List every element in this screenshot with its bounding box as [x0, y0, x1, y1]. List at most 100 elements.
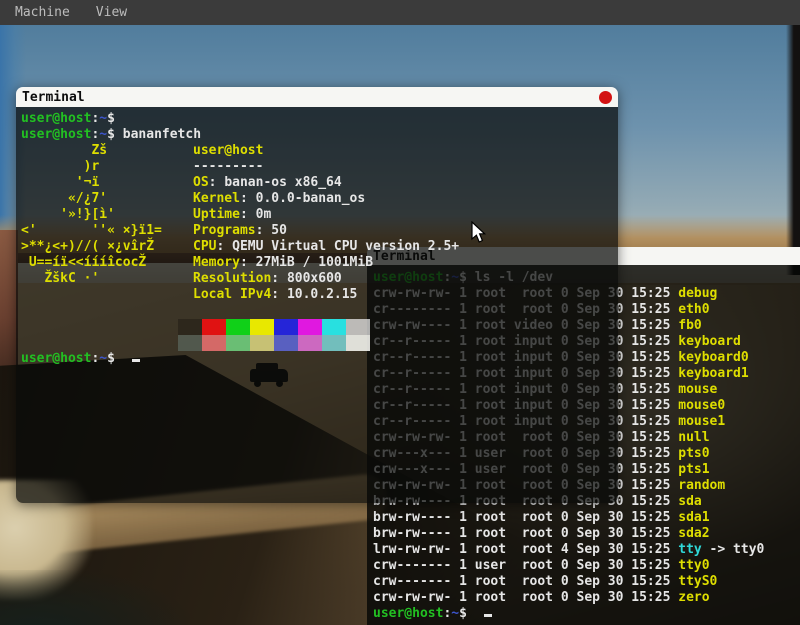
- fetch-colon: :: [216, 239, 232, 254]
- fetch-ascii-art: [21, 287, 193, 303]
- fetch-colon: :: [240, 255, 256, 270]
- device-row: brw-rw---- 1 root root 0 Sep 30 15:25 sd…: [373, 526, 800, 542]
- file-meta: crw------- 1 root root 0 Sep 30 15:25: [373, 574, 678, 589]
- fetch-info: ---------: [193, 159, 263, 175]
- fetch-ascii-art: «/¿7': [21, 191, 193, 207]
- fetch-info: Uptime: 0m: [193, 207, 271, 223]
- file-meta: crw------- 1 user root 0 Sep 30 15:25: [373, 558, 678, 573]
- close-button[interactable]: [599, 91, 612, 104]
- fetch-label: OS: [193, 175, 209, 190]
- file-name: random: [678, 478, 725, 493]
- palette-swatch: [298, 335, 322, 351]
- fetch-divider: ---------: [193, 159, 263, 174]
- terminal2-prompt-line: user@host:~$: [373, 606, 800, 622]
- file-name: mouse: [678, 382, 717, 397]
- fetch-info: Memory: 27MiB / 1001MiB: [193, 255, 373, 271]
- link-target: -> tty0: [702, 542, 765, 557]
- text-cursor: [484, 614, 492, 617]
- fetch-label: Local IPv4: [193, 287, 271, 302]
- device-row: brw-rw---- 1 root root 0 Sep 30 15:25 sd…: [373, 510, 800, 526]
- fetch-info: CPU: QEMU Virtual CPU version 2.5+: [193, 239, 459, 255]
- terminal-window-fetch[interactable]: Terminal user@host:~$ user@host:~$ banan…: [16, 87, 618, 503]
- device-row: crw------- 1 root root 0 Sep 30 15:25 tt…: [373, 574, 800, 590]
- palette-row-normal: [178, 319, 618, 335]
- palette-swatch: [274, 319, 298, 335]
- file-name: keyboard0: [678, 350, 748, 365]
- palette-swatch: [178, 319, 202, 335]
- fetch-label: Resolution: [193, 271, 271, 286]
- fetch-ascii-art: '»!}[ì': [21, 207, 193, 223]
- fetch-row: <' ''« ×}ï1=Programs: 50: [21, 223, 618, 239]
- wallpaper-edge-strip: [786, 25, 800, 275]
- fetch-row: «/¿7'Kernel: 0.0.0-banan_os: [21, 191, 618, 207]
- fetch-value: 0.0.0-banan_os: [256, 191, 366, 206]
- mouse-cursor-icon: [471, 221, 487, 244]
- file-name: mouse0: [678, 398, 725, 413]
- terminal1-title: Terminal: [22, 90, 85, 105]
- palette-swatch: [274, 335, 298, 351]
- palette-swatch: [346, 319, 370, 335]
- menu-item-machine[interactable]: Machine: [15, 5, 70, 20]
- fetch-colon: :: [271, 287, 287, 302]
- fetch-ascii-art: ŽškC ·': [21, 271, 193, 287]
- fetch-output: Zšuser@host )r--------- '¬ïOS: banan-os …: [21, 143, 618, 303]
- fetch-value: 10.0.2.15: [287, 287, 357, 302]
- file-name: pts1: [678, 462, 709, 477]
- file-name: eth0: [678, 302, 709, 317]
- file-name: sda2: [678, 526, 709, 541]
- file-name: ttyS0: [678, 574, 717, 589]
- fetch-ascii-art: Zš: [21, 143, 193, 159]
- terminal1-body[interactable]: user@host:~$ user@host:~$ bananfetch Zšu…: [16, 107, 618, 503]
- file-name: pts0: [678, 446, 709, 461]
- menu-bar: Machine View: [0, 0, 800, 25]
- device-row: crw-rw-rw- 1 root root 0 Sep 30 15:25 ze…: [373, 590, 800, 606]
- fetch-row: >**¿<+)//( ×¿vîrŽCPU: QEMU Virtual CPU v…: [21, 239, 618, 255]
- fetch-colon: :: [256, 223, 272, 238]
- menu-item-view[interactable]: View: [96, 5, 127, 20]
- fetch-info: OS: banan-os x86_64: [193, 175, 342, 191]
- fetch-info: user@host: [193, 143, 263, 159]
- palette-row-bright: [178, 335, 618, 351]
- palette-swatch: [226, 319, 250, 335]
- fetch-label: CPU: [193, 239, 216, 254]
- palette-swatch: [298, 319, 322, 335]
- palette-swatch: [250, 319, 274, 335]
- fetch-colon: :: [209, 175, 225, 190]
- color-palette: [178, 319, 618, 351]
- palette-swatch: [250, 335, 274, 351]
- fetch-value: 800x600: [287, 271, 342, 286]
- vm-screen: Machine View Terminal user@host:~$ ls -l…: [0, 0, 800, 625]
- file-name: debug: [678, 286, 717, 301]
- fetch-ascii-art: U==íï<<íííîcocŽ: [21, 255, 193, 271]
- file-meta: brw-rw---- 1 root root 0 Sep 30 15:25: [373, 510, 678, 525]
- file-name: sda1: [678, 510, 709, 525]
- fetch-value: QEMU Virtual CPU version 2.5+: [232, 239, 459, 254]
- wallpaper-dark-corner: [0, 570, 190, 625]
- fetch-info: Programs: 50: [193, 223, 287, 239]
- device-row: lrw-rw-rw- 1 root root 4 Sep 30 15:25 tt…: [373, 542, 800, 558]
- file-name: zero: [678, 590, 709, 605]
- palette-swatch: [322, 319, 346, 335]
- palette-swatch: [202, 319, 226, 335]
- fetch-row: '¬ïOS: banan-os x86_64: [21, 175, 618, 191]
- palette-swatch: [202, 335, 226, 351]
- file-name: keyboard: [678, 334, 741, 349]
- fetch-label: Memory: [193, 255, 240, 270]
- fetch-value: banan-os x86_64: [224, 175, 341, 190]
- palette-swatch: [226, 335, 250, 351]
- file-meta: crw-rw-rw- 1 root root 0 Sep 30 15:25: [373, 590, 678, 605]
- file-name: null: [678, 430, 709, 445]
- fetch-info: Resolution: 800x600: [193, 271, 342, 287]
- text-cursor: [132, 359, 140, 362]
- fetch-row: )r---------: [21, 159, 618, 175]
- fetch-row: Local IPv4: 10.0.2.15: [21, 287, 618, 303]
- fetch-colon: :: [271, 271, 287, 286]
- fetch-host: user@host: [193, 143, 263, 158]
- fetch-label: Uptime: [193, 207, 240, 222]
- palette-swatch: [346, 335, 370, 351]
- file-meta: lrw-rw-rw- 1 root root 4 Sep 30 15:25: [373, 542, 678, 557]
- blank-line: [21, 303, 618, 319]
- fetch-value: 0m: [256, 207, 272, 222]
- terminal1-titlebar[interactable]: Terminal: [16, 87, 618, 107]
- fetch-label: Kernel: [193, 191, 240, 206]
